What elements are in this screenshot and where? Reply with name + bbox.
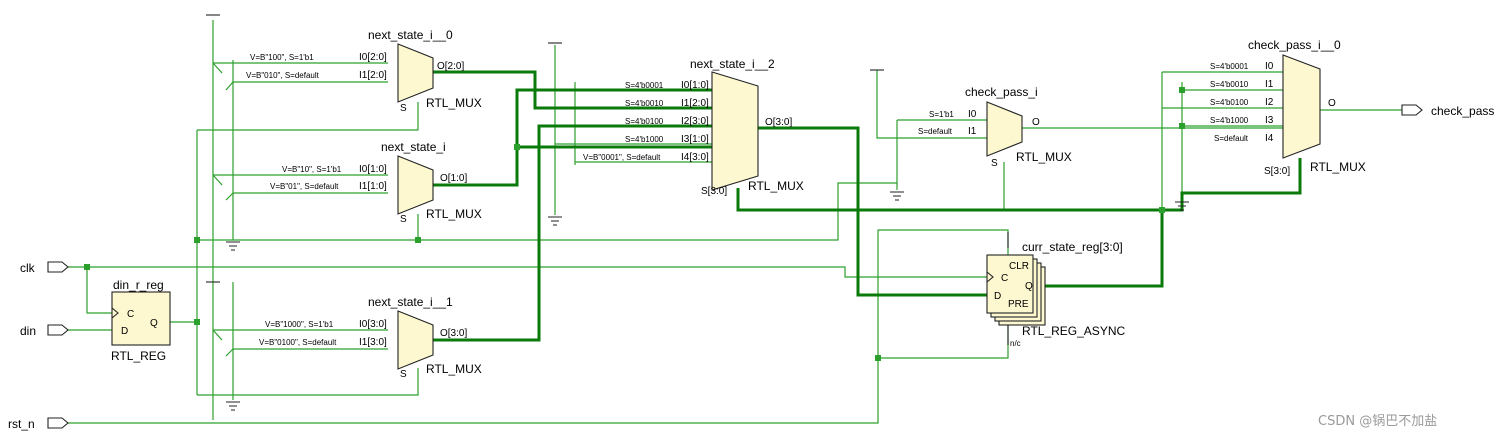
port-rst-n-label: rst_n	[8, 417, 35, 431]
port-clk: clk	[20, 261, 69, 275]
port-check-pass-label: check_pass	[1431, 104, 1494, 118]
mux-in1-pin: I1[3:0]	[359, 337, 387, 348]
din-r-reg-pin-c: C	[127, 309, 134, 320]
port-clk-label: clk	[20, 261, 36, 275]
mux-name: check_pass_i__0	[1248, 38, 1341, 52]
mux-out-pin: O[3:0]	[440, 328, 467, 339]
port-rst-n: rst_n	[8, 417, 69, 431]
mux-sel-pin: S	[400, 214, 407, 225]
mux-check-pass-i: check_pass_i S=1'b1 I0 S=default I1 O S …	[918, 85, 1072, 169]
mux-in4-cond: S=default	[1214, 134, 1249, 143]
mux-in3-pin: I3[1:0]	[681, 134, 709, 145]
mux-in2-cond: S=4'b0100	[1210, 98, 1249, 107]
curr-state-reg-name: curr_state_reg[3:0]	[1022, 240, 1123, 254]
mux-in0-const: V=B"10", S=1'b1	[282, 165, 342, 174]
mux-type: RTL_MUX	[1016, 150, 1072, 164]
mux-in3-pin: I3	[1265, 115, 1274, 126]
mux-in4-cond: V=B"0001", S=default	[583, 153, 661, 162]
mux-sel-pin: S[3:0]	[1264, 166, 1290, 177]
mux-in2-pin: I2	[1265, 97, 1274, 108]
curr-state-reg-pin-pre: PRE	[1008, 299, 1029, 310]
din-r-reg-type: RTL_REG	[111, 349, 166, 363]
mux-out-pin: O	[1032, 117, 1040, 128]
din-r-reg-pin-q: Q	[150, 318, 158, 329]
mux-type: RTL_MUX	[1310, 160, 1366, 174]
mux-in1-cond: S=4'b0010	[625, 99, 664, 108]
mux-next-state-i-1: next_state_i__1 V=B"1000", S=1'b1 I0[3:0…	[259, 295, 482, 380]
mux-in1-cond: S=4'b0010	[1210, 80, 1249, 89]
schematic-canvas: clk din rst_n check_pass C D Q din_r_reg…	[0, 0, 1509, 438]
mux-in2-cond: S=4'b0100	[625, 117, 664, 126]
mux-in0-pin: I0[3:0]	[359, 319, 387, 330]
mux-in0-pin: I0[2:0]	[359, 52, 387, 63]
power-ground-symbols	[206, 14, 1189, 411]
mux-in0-pin: I0	[968, 109, 977, 120]
mux-type: RTL_MUX	[748, 179, 804, 193]
mux-in3-cond: S=4'b1000	[1210, 116, 1249, 125]
mux-in1-pin: I1[2:0]	[359, 70, 387, 81]
mux-in2-pin: I2[3:0]	[681, 116, 709, 127]
mux-sel-pin: S	[991, 158, 998, 169]
mux-name: next_state_i__0	[368, 28, 453, 42]
mux-in1-const: V=B"01", S=default	[270, 182, 339, 191]
mux-name: next_state_i	[381, 140, 446, 154]
curr-state-reg-pin-clr: CLR	[1009, 261, 1029, 272]
mux-name: check_pass_i	[965, 85, 1038, 99]
mux-sel-pin: S[3:0]	[701, 186, 727, 197]
mux-name: next_state_i__2	[690, 57, 775, 71]
port-din-label: din	[20, 324, 36, 338]
mux-in4-pin: I4	[1265, 133, 1274, 144]
mux-in1-pin: I1[1:0]	[359, 181, 387, 192]
mux-next-state-i-0: next_state_i__0 V=B"100", S=1'b1 I0[2:0]…	[246, 28, 482, 114]
mux-next-state-i: next_state_i V=B"10", S=1'b1 I0[1:0] V=B…	[270, 140, 482, 225]
mux-in1-cond: S=default	[918, 127, 953, 136]
mux-in0-const: V=B"1000", S=1'b1	[265, 320, 334, 329]
mux-type: RTL_MUX	[426, 207, 482, 221]
watermark-text: CSDN @锅巴不加盐	[1318, 414, 1438, 429]
mux-in4-pin: I4[3:0]	[681, 152, 709, 163]
mux-sel-pin: S	[400, 369, 407, 380]
mux-type: RTL_MUX	[426, 96, 482, 110]
mux-in0-cond: S=4'b0001	[1210, 62, 1249, 71]
din-r-reg-name: din_r_reg	[113, 278, 164, 292]
mux-out-pin: O[1:0]	[440, 173, 467, 184]
mux-sel-pin: S	[400, 103, 407, 114]
mux-in3-cond: S=4'b1000	[625, 135, 664, 144]
port-check-pass: check_pass	[1401, 104, 1494, 118]
curr-state-reg-pin-c: C	[1001, 273, 1008, 284]
curr-state-reg-type: RTL_REG_ASYNC	[1022, 324, 1125, 338]
port-din: din	[20, 324, 69, 338]
mux-in1-pin: I1[2:0]	[681, 98, 709, 109]
mux-in1-pin: I1	[1265, 79, 1274, 90]
mux-out-pin: O[3:0]	[765, 117, 792, 128]
din-r-reg-block: C D Q din_r_reg RTL_REG	[111, 278, 171, 363]
curr-state-reg-nc: n/c	[1010, 339, 1021, 348]
mux-in0-pin: I0	[1265, 61, 1274, 72]
rtl-schematic: clk din rst_n check_pass C D Q din_r_reg…	[8, 14, 1494, 431]
mux-name: next_state_i__1	[368, 295, 453, 309]
mux-in0-cond: S=1'b1	[929, 110, 954, 119]
mux-out-pin: O	[1328, 98, 1336, 109]
mux-in0-pin: I0[1:0]	[359, 164, 387, 175]
bus-wires	[433, 70, 1302, 342]
curr-state-reg-pin-d: D	[994, 291, 1001, 302]
curr-state-reg-pin-q: Q	[1025, 281, 1033, 292]
mux-in1-const: V=B"010", S=default	[246, 71, 320, 80]
mux-in1-const: V=B"0100", S=default	[259, 338, 337, 347]
mux-in0-pin: I0[1:0]	[681, 80, 709, 91]
mux-out-pin: O[2:0]	[437, 61, 464, 72]
din-r-reg-pin-d: D	[121, 326, 128, 337]
mux-in1-pin: I1	[968, 126, 977, 137]
mux-in0-cond: S=4'b0001	[625, 81, 664, 90]
mux-type: RTL_MUX	[426, 362, 482, 376]
mux-in0-const: V=B"100", S=1'b1	[250, 53, 314, 62]
